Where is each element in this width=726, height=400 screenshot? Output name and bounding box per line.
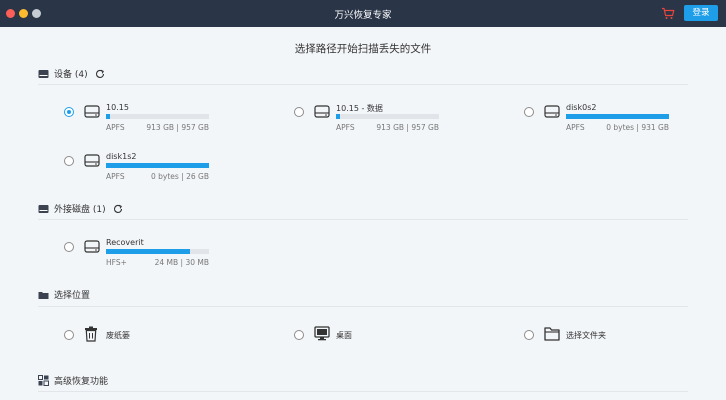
- usage-bar: [566, 114, 669, 119]
- refresh-icon[interactable]: [113, 204, 123, 214]
- drive-icon: [544, 105, 560, 118]
- folder-icon: [544, 327, 560, 341]
- location-radio[interactable]: [64, 330, 74, 340]
- main-content: 选择路径开始扫描丢失的文件 设备 (4) 10.15 APFS 913 GB |…: [0, 27, 726, 400]
- device-radio[interactable]: [294, 107, 304, 117]
- folder-section-icon: [38, 291, 49, 299]
- usage-bar-fill: [106, 163, 209, 168]
- usage-bar: [106, 249, 209, 254]
- usage-bar-fill: [106, 114, 111, 119]
- login-button[interactable]: 登录: [684, 5, 718, 21]
- device-name: disk1s2: [106, 152, 137, 161]
- external-item-recoverit[interactable]: Recoverit HFS+ 24 MB | 30 MB: [64, 238, 264, 278]
- location-section-title: 选择位置: [38, 288, 90, 301]
- capacity-label: 0 bytes | 26 GB: [151, 172, 209, 181]
- window-title: 万兴恢复专家: [334, 10, 392, 21]
- external-title-label: 外接磁盘 (1): [54, 205, 106, 215]
- drive-icon: [84, 105, 100, 118]
- desktop-icon: [314, 326, 330, 341]
- device-item-disk0s2[interactable]: disk0s2 APFS 0 bytes | 931 GB: [524, 103, 724, 143]
- external-section-title: 外接磁盘 (1): [38, 202, 128, 215]
- usage-bar-fill: [336, 114, 341, 119]
- drive-icon: [84, 240, 100, 253]
- external-drive-icon: [38, 204, 49, 213]
- section-divider: [38, 84, 688, 85]
- device-item-10-15[interactable]: 10.15 APFS 913 GB | 957 GB: [64, 103, 264, 143]
- section-divider: [38, 219, 688, 220]
- title-bar: 万兴恢复专家 登录: [0, 0, 726, 27]
- drive-icon: [84, 154, 100, 167]
- section-divider: [38, 391, 688, 392]
- cart-icon[interactable]: [661, 7, 675, 20]
- capacity-label: 24 MB | 30 MB: [154, 258, 209, 267]
- usage-bar: [106, 163, 209, 168]
- devices-title-label: 设备 (4): [54, 70, 88, 80]
- location-title-label: 选择位置: [54, 291, 91, 301]
- hard-drive-icon: [38, 69, 49, 78]
- device-name: 10.15: [106, 103, 129, 112]
- usage-bar-fill: [566, 114, 669, 119]
- device-item-disk1s2[interactable]: disk1s2 APFS 0 bytes | 26 GB: [64, 152, 264, 192]
- devices-section-title: 设备 (4): [38, 67, 110, 80]
- location-label: 废纸篓: [106, 331, 130, 340]
- advanced-title-label: 高级恢复功能: [54, 377, 109, 387]
- usage-bar-fill: [106, 249, 191, 254]
- grid-icon: [38, 375, 49, 386]
- location-radio[interactable]: [294, 330, 304, 340]
- capacity-label: 913 GB | 957 GB: [376, 123, 439, 132]
- drive-icon: [314, 105, 330, 118]
- device-radio[interactable]: [64, 242, 74, 252]
- refresh-icon[interactable]: [95, 69, 105, 79]
- location-item-folder[interactable]: 选择文件夹: [524, 327, 644, 343]
- device-name: Recoverit: [106, 238, 144, 247]
- device-name: disk0s2: [566, 103, 597, 112]
- usage-bar: [336, 114, 439, 119]
- usage-bar: [106, 114, 209, 119]
- location-item-trash[interactable]: 废纸篓: [64, 326, 184, 343]
- device-name: 10.15 - 数据: [336, 104, 383, 113]
- trash-icon: [85, 326, 97, 342]
- location-label: 选择文件夹: [566, 331, 606, 340]
- section-divider: [38, 306, 688, 307]
- capacity-label: 0 bytes | 931 GB: [606, 123, 669, 132]
- device-radio[interactable]: [64, 156, 74, 166]
- location-item-desktop[interactable]: 桌面: [294, 326, 414, 343]
- device-radio[interactable]: [64, 107, 74, 117]
- capacity-label: 913 GB | 957 GB: [146, 123, 209, 132]
- device-radio[interactable]: [524, 107, 534, 117]
- location-radio[interactable]: [524, 330, 534, 340]
- location-label: 桌面: [336, 331, 352, 340]
- device-item-10-15-data[interactable]: 10.15 - 数据 APFS 913 GB | 957 GB: [294, 103, 494, 143]
- page-title: 选择路径开始扫描丢失的文件: [294, 43, 432, 55]
- advanced-section-title[interactable]: 高级恢复功能: [38, 374, 108, 387]
